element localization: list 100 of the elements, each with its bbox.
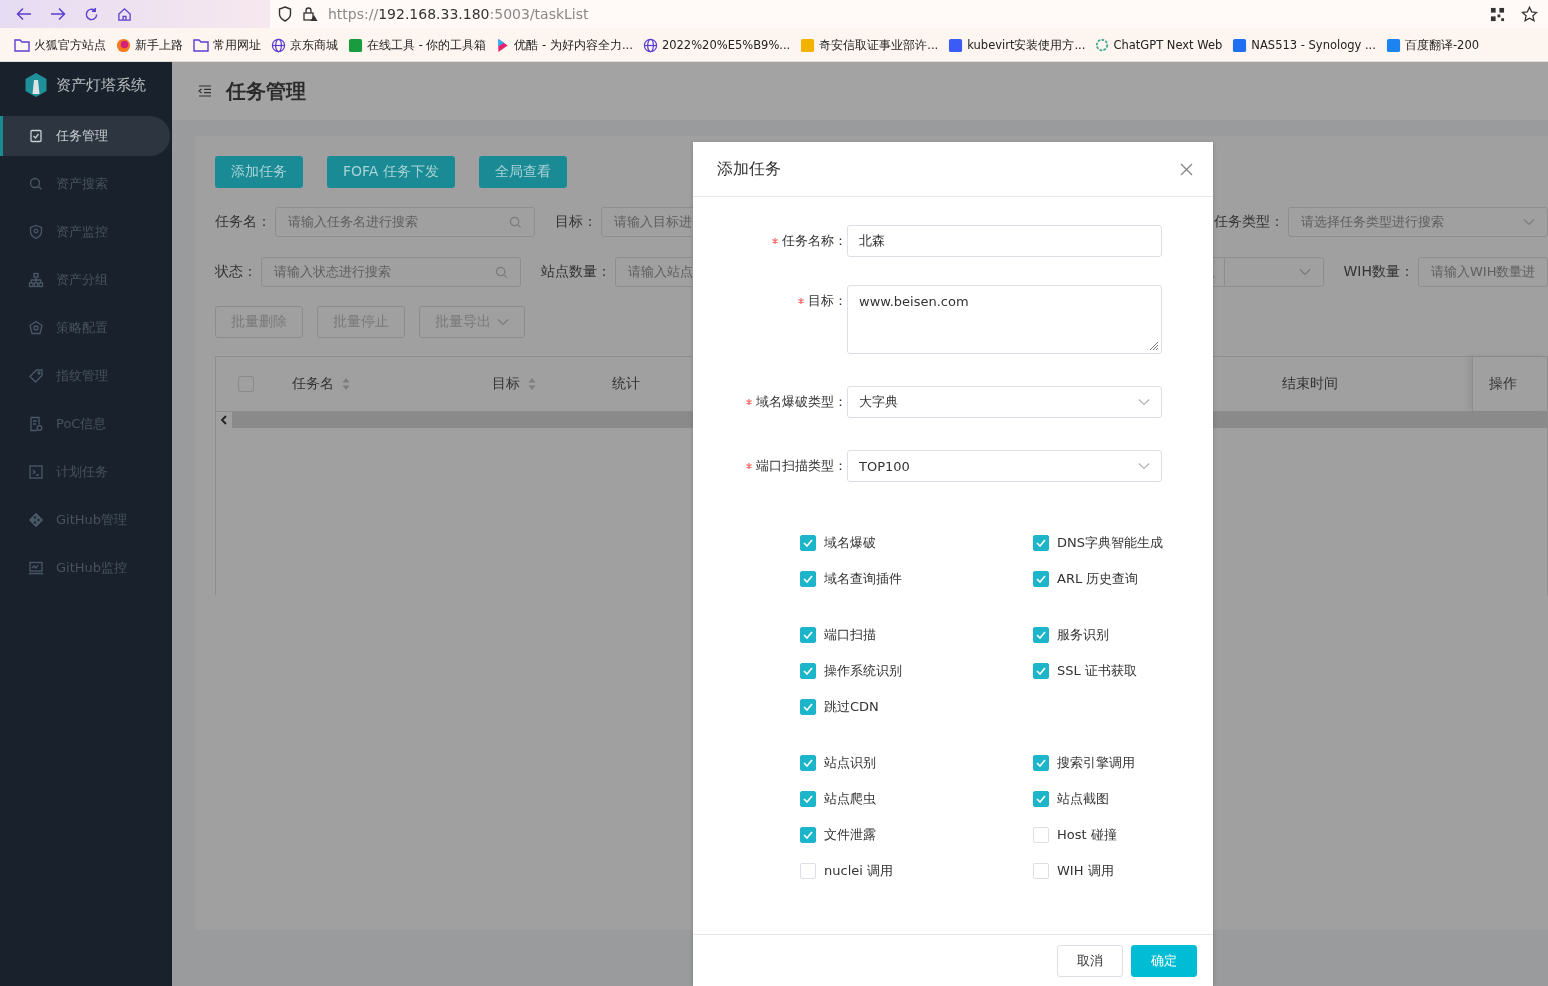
checkbox-label: ARL 历史查询	[1057, 570, 1139, 588]
check-icon	[803, 667, 813, 675]
sort-icon[interactable]	[342, 377, 350, 391]
home-icon[interactable]	[117, 6, 132, 22]
check-icon	[1036, 795, 1046, 803]
checkbox[interactable]	[1033, 571, 1049, 587]
checkbox[interactable]	[800, 571, 816, 587]
checkbox-label: WIH 调用	[1057, 862, 1114, 880]
check-icon	[1036, 575, 1046, 583]
checkbox-label: 域名爆破	[824, 534, 876, 552]
search-icon	[28, 176, 44, 192]
check-icon	[803, 539, 813, 547]
checkbox[interactable]	[800, 791, 816, 807]
select-field[interactable]: 请选择任务类型进行搜索	[1288, 207, 1548, 237]
close-icon[interactable]	[1180, 162, 1193, 176]
action-button[interactable]: FOFA 任务下发	[327, 156, 455, 188]
form-label: 任务名称：	[782, 232, 847, 250]
cancel-button[interactable]: 取消	[1057, 945, 1123, 977]
column-header: 统计	[612, 375, 640, 393]
checkbox[interactable]	[800, 535, 816, 551]
back-arrow-icon[interactable]	[16, 7, 32, 21]
checkbox[interactable]	[1033, 627, 1049, 643]
bookmark-link[interactable]: kubevirt安装使用方...	[967, 37, 1086, 53]
bookmark-link[interactable]: 优酷 - 为好内容全力...	[514, 37, 633, 53]
form-label: 域名爆破类型：	[756, 393, 847, 411]
checkbox[interactable]	[1033, 663, 1049, 679]
checkbox-label: 端口扫描	[824, 626, 876, 644]
confirm-button[interactable]: 确定	[1131, 945, 1197, 977]
checkbox-label: Host 碰撞	[1057, 826, 1117, 844]
forward-arrow-icon[interactable]	[50, 7, 66, 21]
checkbox[interactable]	[800, 663, 816, 679]
chevron-down-icon	[1138, 398, 1150, 406]
bookmark-link[interactable]: 常用网址	[213, 37, 261, 53]
select-field[interactable]	[1223, 257, 1324, 287]
lock-warning-icon[interactable]	[302, 6, 318, 22]
tag-icon	[28, 368, 44, 384]
bookmark-link[interactable]: 2022%20%E5%B9%...	[661, 38, 791, 52]
action-button[interactable]: 全局查看	[478, 156, 567, 188]
column-header: 结束时间	[1282, 375, 1338, 393]
resize-grip-icon[interactable]	[1147, 339, 1159, 351]
field-label: 目标：	[555, 213, 597, 231]
reload-icon[interactable]	[84, 6, 99, 22]
qr-code-icon[interactable]	[1490, 6, 1505, 22]
column-header: 操作	[1489, 375, 1517, 393]
bookmark-link[interactable]: 奇安信取证事业部许...	[819, 37, 939, 53]
placeholder: 请输入WIH数量进	[1431, 263, 1536, 281]
chevron-down-icon	[1523, 218, 1535, 226]
bookmark-link[interactable]: ChatGPT Next Web	[1113, 38, 1223, 52]
menu-fold-icon[interactable]	[198, 85, 212, 97]
terminal-icon	[28, 464, 44, 480]
field-label: 任务名：	[215, 213, 271, 231]
chevron-down-icon	[1138, 462, 1150, 470]
play-logo-icon	[496, 37, 511, 53]
hierarchy-icon	[28, 272, 44, 288]
checkbox[interactable]	[800, 627, 816, 643]
bookmark-link[interactable]: 在线工具 - 你的工具箱	[367, 37, 487, 53]
input-field[interactable]: 北森	[847, 225, 1162, 257]
check-icon	[803, 759, 813, 767]
sort-icon[interactable]	[528, 377, 536, 391]
url-text[interactable]: https://192.168.33.180:5003/taskList	[328, 6, 589, 22]
folder-icon	[193, 38, 209, 52]
search-field[interactable]: 请输入状态进行搜索	[261, 257, 521, 287]
check-icon	[1036, 631, 1046, 639]
search-field[interactable]: 请输入任务名进行搜索	[275, 207, 535, 237]
shield-icon[interactable]	[278, 6, 292, 22]
checkbox[interactable]	[800, 699, 816, 715]
git-icon	[28, 512, 44, 528]
input-field[interactable]: 请输入WIH数量进	[1418, 257, 1548, 287]
star-icon[interactable]	[1521, 5, 1538, 23]
chevron-down-icon	[497, 318, 509, 326]
bookmark-link[interactable]: 京东商城	[290, 37, 338, 53]
checkbox[interactable]	[1033, 755, 1049, 771]
sidebar-item[interactable]: 任务管理	[0, 116, 170, 156]
badge-icon	[28, 320, 44, 336]
checkbox[interactable]	[800, 755, 816, 771]
bookmark-link[interactable]: 新手上路	[135, 37, 183, 53]
select-field[interactable]: 大字典	[847, 386, 1162, 418]
action-button[interactable]: 添加任务	[215, 156, 303, 188]
checkbox[interactable]	[1033, 791, 1049, 807]
app-title: 资产灯塔系统	[56, 75, 146, 95]
checkbox[interactable]	[1033, 535, 1049, 551]
checkbox-label: 搜索引擎调用	[1057, 754, 1135, 772]
required-icon	[798, 298, 804, 304]
column-header: 任务名	[292, 375, 334, 393]
select-field[interactable]: TOP100	[847, 450, 1162, 482]
field-label: 状态：	[215, 263, 257, 281]
bookmark-link[interactable]: 百度翻译-200	[1404, 37, 1480, 53]
required-icon	[746, 463, 752, 469]
checkbox[interactable]	[800, 827, 816, 843]
app-logo-icon	[800, 37, 816, 53]
placeholder: 请选择任务类型进行搜索	[1301, 213, 1444, 231]
target-textarea[interactable]: www.beisen.com	[847, 285, 1162, 354]
scroll-left-icon[interactable]	[220, 415, 228, 425]
fox-logo-icon	[116, 37, 131, 53]
bookmark-link[interactable]: 火狐官方站点	[34, 37, 106, 53]
bookmark-link[interactable]: NAS513 - Synology ...	[1251, 38, 1376, 52]
placeholder: 请输入任务名进行搜索	[288, 213, 418, 231]
checkbox-label: 站点截图	[1057, 790, 1109, 808]
field-label: WIH数量：	[1343, 263, 1414, 281]
checkbox-label: 站点爬虫	[824, 790, 876, 808]
